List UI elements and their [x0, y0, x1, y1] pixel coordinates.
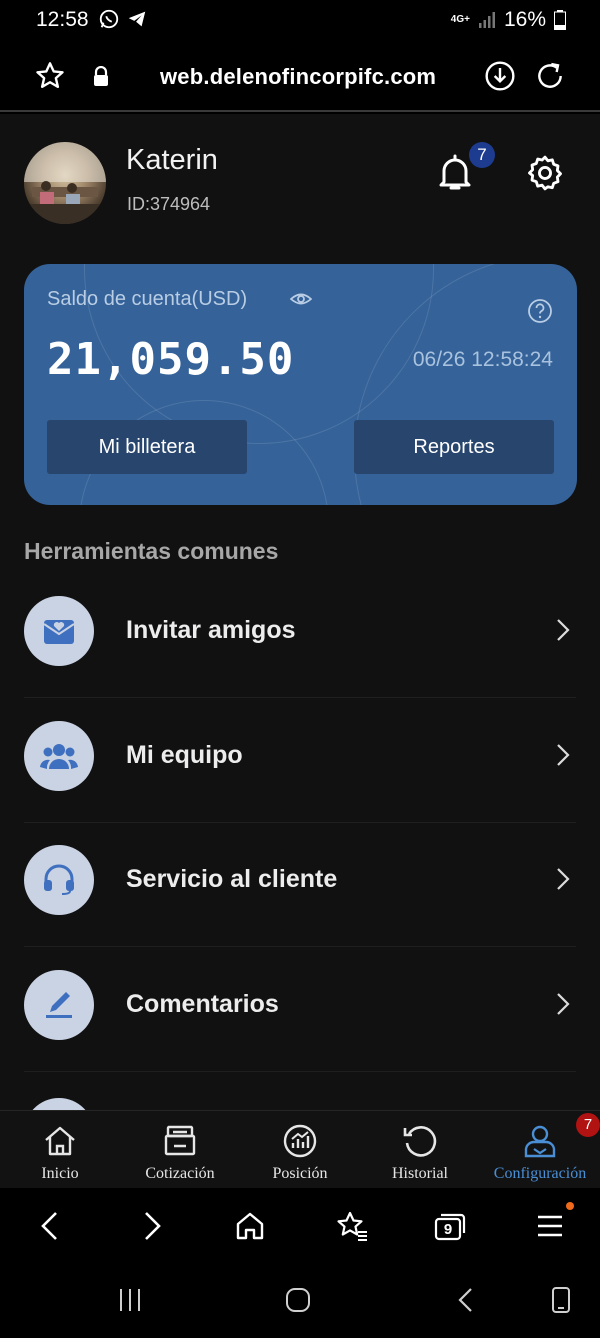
divider	[24, 1071, 576, 1072]
reports-button[interactable]: Reportes	[354, 420, 554, 474]
battery-percent: 16%	[503, 8, 546, 31]
quote-register-icon	[164, 1125, 196, 1156]
tool-label: Comentarios	[126, 990, 279, 1018]
nav-configuracion[interactable]: Configuración 7	[480, 1111, 600, 1189]
home-icon	[45, 1126, 75, 1156]
profile-name: Katerin	[126, 144, 218, 176]
wallet-button[interactable]: Mi billetera	[47, 420, 247, 474]
battery-icon	[554, 10, 566, 30]
chevron-right-icon	[557, 993, 570, 1015]
menu-icon[interactable]	[536, 1214, 564, 1238]
star-bookmark-icon[interactable]	[34, 60, 66, 92]
headset-icon	[24, 845, 94, 915]
history-icon	[403, 1126, 437, 1157]
menu-notification-dot	[566, 1202, 574, 1210]
rotate-screen-icon[interactable]	[548, 1286, 574, 1314]
nav-posicion[interactable]: Posición	[240, 1111, 360, 1189]
balance-amount: 21,059.50	[47, 334, 295, 385]
download-icon[interactable]	[484, 60, 516, 92]
tab-count: 9	[443, 1221, 453, 1238]
signal-icon	[478, 12, 495, 28]
nav-cotizacion[interactable]: Cotización	[120, 1111, 240, 1189]
nav-badge: 7	[576, 1113, 600, 1137]
reload-icon[interactable]	[534, 60, 566, 92]
nav-label: Posición	[272, 1165, 328, 1182]
pen-edit-icon	[24, 970, 94, 1040]
balance-timestamp: 06/26 12:58:24	[412, 348, 553, 371]
status-bar: 12:58 4G+ 16%	[0, 0, 600, 40]
android-back-icon[interactable]	[454, 1286, 478, 1314]
tool-label: Servicio al cliente	[126, 865, 338, 893]
help-icon[interactable]	[527, 298, 553, 324]
avatar[interactable]	[24, 142, 106, 224]
whatsapp-icon	[99, 9, 119, 29]
bell-icon[interactable]	[438, 154, 472, 192]
tool-row-support[interactable]: Servicio al cliente	[0, 823, 600, 947]
tool-label: Invitar amigos	[126, 616, 296, 644]
forward-icon[interactable]	[138, 1210, 166, 1242]
lock-icon	[94, 66, 108, 86]
browser-toolbar: 9	[0, 1188, 600, 1264]
nav-historial[interactable]: Historial	[360, 1111, 480, 1189]
status-time: 12:58	[36, 8, 89, 31]
url-text[interactable]: web.delenofincorpifc.com	[160, 64, 436, 90]
android-nav-bar	[0, 1264, 600, 1338]
profile-id: ID:374964	[127, 194, 211, 214]
partial-tool-icon	[24, 1098, 94, 1110]
user-config-icon	[524, 1125, 556, 1158]
divider	[24, 697, 576, 698]
nav-label: Configuración	[493, 1165, 587, 1182]
status-right: 4G+ 16%	[451, 8, 566, 32]
back-icon[interactable]	[36, 1210, 64, 1242]
tabs-button[interactable]: 9	[434, 1212, 466, 1242]
tools-section-title: Herramientas comunes	[24, 538, 279, 564]
android-home-icon[interactable]	[284, 1286, 312, 1314]
network-type: 4G+	[450, 14, 470, 25]
nav-label: Cotización	[145, 1165, 215, 1182]
browser-address-bar: web.delenofincorpifc.com	[0, 40, 600, 112]
bookmarks-icon[interactable]	[334, 1210, 368, 1242]
gear-icon[interactable]	[526, 154, 564, 192]
notification-icons	[98, 8, 148, 30]
eye-icon[interactable]	[290, 290, 312, 308]
chevron-right-icon	[557, 619, 570, 641]
telegram-icon	[128, 11, 146, 27]
recent-apps-icon[interactable]	[116, 1286, 144, 1314]
notification-badge: 7	[469, 142, 495, 168]
app-bottom-nav: Inicio Cotización Posición Historial Con…	[0, 1110, 600, 1188]
tool-row-team[interactable]: Mi equipo	[0, 699, 600, 823]
avatar-photo	[24, 142, 106, 224]
invite-mail-heart-icon	[24, 596, 94, 666]
home-icon[interactable]	[234, 1210, 266, 1242]
chevron-right-icon	[557, 868, 570, 890]
balance-label: Saldo de cuenta(USD)	[47, 288, 248, 310]
tool-row-feedback[interactable]: Comentarios	[0, 948, 600, 1072]
tool-row-invite[interactable]: Invitar amigos	[0, 574, 600, 698]
team-group-icon	[24, 721, 94, 791]
balance-card: Saldo de cuenta(USD) 21,059.50 06/26 12:…	[24, 264, 577, 505]
chevron-right-icon	[557, 744, 570, 766]
account-page: Katerin ID:374964 7 Saldo de cuenta(USD)…	[0, 114, 600, 1110]
divider	[24, 946, 576, 947]
position-chart-icon	[283, 1124, 317, 1158]
tool-label: Mi equipo	[126, 741, 243, 769]
nav-label: Historial	[392, 1165, 448, 1182]
nav-inicio[interactable]: Inicio	[0, 1111, 120, 1189]
nav-label: Inicio	[41, 1165, 79, 1182]
